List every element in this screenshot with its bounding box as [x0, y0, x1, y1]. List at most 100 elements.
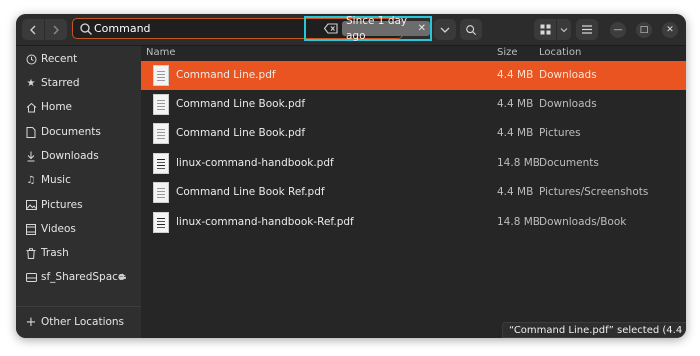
sidebar-item-label: sf_SharedSpace [41, 271, 125, 283]
file-name: linux-command-handbook.pdf [176, 157, 334, 169]
plus-icon: + [25, 314, 37, 330]
column-header-location[interactable]: Location [539, 47, 581, 58]
sidebar-item-label: Pictures [41, 199, 83, 211]
music-icon: ♫ [26, 174, 36, 186]
clock-icon [25, 53, 37, 65]
sidebar-item-downloads[interactable]: Downloads [16, 145, 141, 167]
remove-filter-icon[interactable]: ✕ [418, 21, 426, 36]
star-icon: ★ [26, 77, 36, 89]
close-icon: ✕ [666, 25, 674, 35]
sidebar-item-label: Home [41, 101, 73, 113]
sidebar-item-music[interactable]: ♫ Music [16, 169, 141, 191]
back-button[interactable] [22, 19, 44, 40]
sidebar-item-trash[interactable]: Trash [16, 242, 141, 264]
sidebar-item-other-locations[interactable]: + Other Locations [16, 311, 141, 333]
grid-view-icon [540, 24, 550, 35]
pdf-file-icon [153, 65, 169, 86]
chevron-right-icon [53, 25, 59, 34]
search-filter-highlight: Since 1 day ago ✕ [304, 15, 432, 42]
document-icon [25, 126, 37, 138]
download-icon [25, 150, 37, 162]
file-list: Name Size Location Command Line.pdf 4.4 … [141, 46, 686, 338]
file-name: linux-command-handbook-Ref.pdf [176, 216, 354, 228]
search-icon [80, 23, 92, 35]
file-location: Downloads [539, 98, 597, 110]
sidebar-item-pictures[interactable]: Pictures [16, 194, 141, 216]
date-filter-label: Since 1 day ago [346, 14, 408, 42]
picture-icon [25, 199, 37, 211]
view-mode-button[interactable] [534, 19, 556, 40]
sidebar-item-recent[interactable]: Recent [16, 48, 141, 70]
sidebar: Recent ★ Starred Home Documents Download… [16, 46, 141, 338]
clear-search-icon[interactable] [324, 23, 338, 34]
file-manager-window: Command Since 1 day ago ✕ — □ ✕ Recent ★… [16, 14, 686, 338]
forward-button[interactable] [45, 19, 67, 40]
sidebar-divider [16, 306, 141, 307]
header-bar: Command Since 1 day ago ✕ — □ ✕ [16, 14, 686, 46]
file-name: Command Line Book Ref.pdf [176, 186, 325, 198]
file-size: 4.4 MB [497, 69, 534, 81]
column-header-size[interactable]: Size [497, 47, 518, 58]
column-header-row: Name Size Location [141, 46, 686, 60]
sidebar-item-starred[interactable]: ★ Starred [16, 72, 141, 94]
file-size: 14.8 MB [497, 157, 540, 169]
date-filter-chip[interactable]: Since 1 day ago ✕ [342, 15, 430, 42]
file-name: Command Line.pdf [176, 69, 276, 81]
hamburger-menu-icon [582, 25, 592, 34]
sidebar-item-home[interactable]: Home [16, 96, 141, 118]
file-name: Command Line Book.pdf [176, 127, 306, 139]
search-query: Command [94, 22, 151, 35]
file-location: Pictures [539, 127, 581, 139]
pdf-file-icon [153, 153, 169, 174]
table-row[interactable]: linux-command-handbook-Ref.pdf 14.8 MB D… [141, 208, 686, 237]
sidebar-item-label: Starred [41, 77, 80, 89]
search-options-dropdown[interactable] [434, 19, 456, 40]
column-header-name[interactable]: Name [146, 47, 176, 58]
pdf-file-icon [153, 212, 169, 233]
sidebar-item-label: Trash [41, 247, 69, 259]
search-icon [466, 24, 477, 35]
trash-icon [25, 247, 37, 259]
table-row[interactable]: linux-command-handbook.pdf 14.8 MB Docum… [141, 149, 686, 178]
file-location: Pictures/Screenshots [539, 186, 649, 198]
pdf-file-icon [153, 182, 169, 203]
home-icon [25, 101, 37, 113]
close-button[interactable]: ✕ [662, 22, 678, 38]
table-row[interactable]: Command Line Book Ref.pdf 4.4 MB Picture… [141, 178, 686, 207]
sidebar-item-label: Downloads [41, 150, 99, 162]
chevron-down-icon [440, 27, 450, 33]
table-row[interactable]: Command Line Book.pdf 4.4 MB Downloads [141, 90, 686, 119]
sidebar-item-documents[interactable]: Documents [16, 121, 141, 143]
chevron-left-icon [30, 25, 36, 34]
pdf-file-icon [153, 123, 169, 144]
sidebar-item-label: Music [41, 174, 71, 186]
file-size: 4.4 MB [497, 98, 534, 110]
drive-icon [25, 271, 37, 283]
main-menu-button[interactable] [576, 19, 598, 40]
minimize-button[interactable]: — [610, 22, 626, 38]
sidebar-item-videos[interactable]: Videos [16, 218, 141, 240]
view-options-dropdown[interactable] [557, 19, 571, 40]
file-location: Downloads [539, 69, 597, 81]
file-name: Command Line Book.pdf [176, 98, 306, 110]
maximize-icon: □ [639, 25, 649, 35]
pdf-file-icon [153, 94, 169, 115]
minimize-icon: — [613, 25, 623, 35]
eject-icon[interactable]: ⏏ [118, 272, 127, 282]
search-toggle-button[interactable] [460, 19, 482, 40]
file-location: Documents [539, 157, 599, 169]
sidebar-item-label: Documents [41, 126, 101, 138]
sidebar-item-label: Videos [41, 223, 76, 235]
file-location: Downloads/Book [539, 216, 627, 228]
table-row[interactable]: Command Line.pdf 4.4 MB Downloads [141, 61, 686, 90]
table-row[interactable]: Command Line Book.pdf 4.4 MB Pictures [141, 119, 686, 148]
file-size: 4.4 MB [497, 127, 534, 139]
chevron-down-icon [560, 27, 568, 32]
maximize-button[interactable]: □ [636, 22, 652, 38]
file-size: 4.4 MB [497, 186, 534, 198]
sidebar-item-sf-sharedspace[interactable]: sf_SharedSpace ⏏ [16, 266, 141, 288]
sidebar-item-label: Recent [41, 53, 78, 65]
video-icon [25, 223, 37, 235]
sidebar-item-label: Other Locations [41, 316, 125, 328]
file-size: 14.8 MB [497, 216, 540, 228]
